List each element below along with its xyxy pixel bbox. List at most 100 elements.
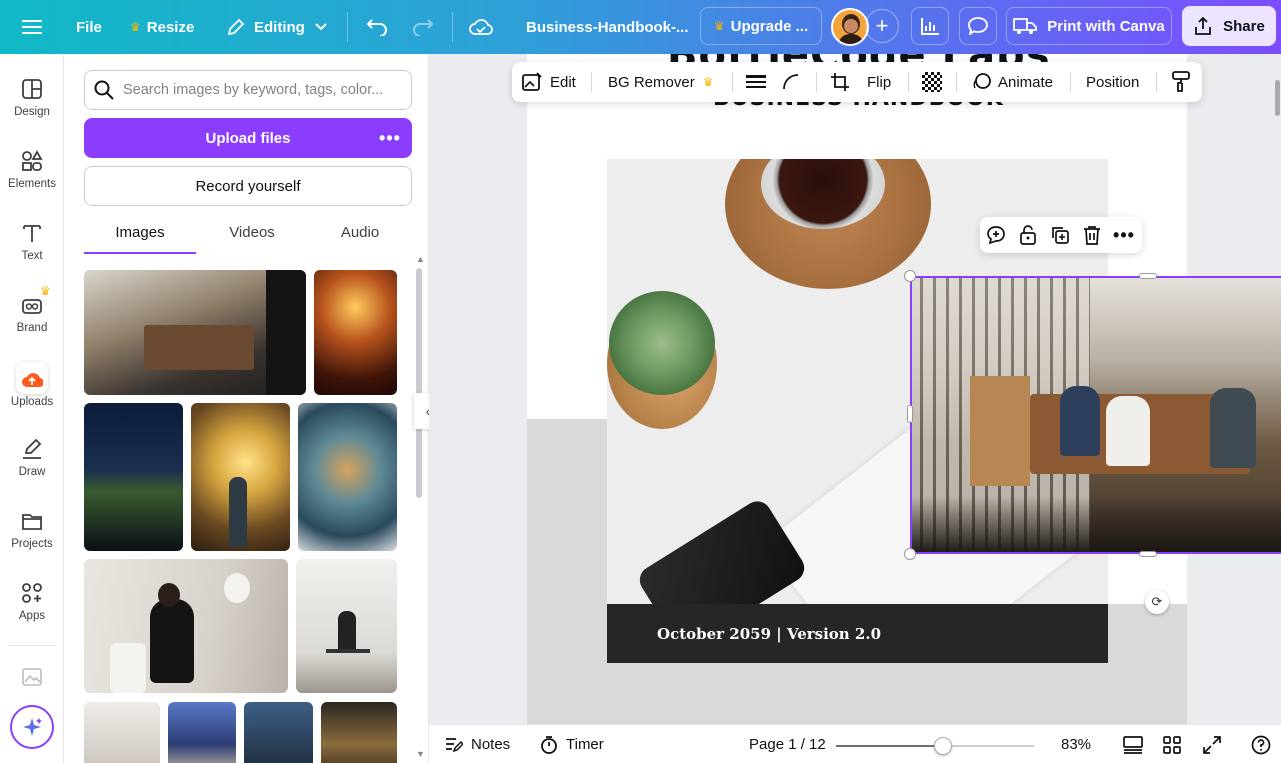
insights-icon[interactable] (911, 7, 949, 45)
canvas-scrollbar[interactable] (1275, 80, 1280, 116)
image-thumbnail[interactable] (84, 702, 160, 763)
edit-image-button[interactable]: Edit (522, 62, 576, 102)
resize-button[interactable]: ♛ Resize (130, 0, 194, 54)
position-button[interactable]: Position (1086, 62, 1139, 102)
image-icon[interactable] (22, 668, 42, 691)
page-indicator[interactable]: Page 1 / 12 (749, 725, 826, 763)
zoom-slider-handle[interactable] (933, 737, 952, 755)
image-thumbnail[interactable] (321, 702, 397, 763)
edit-image-icon (522, 72, 542, 91)
design-page[interactable]: BottleCode Labs BUSINESS HANDBOOK Octobe… (527, 54, 1281, 724)
tab-images[interactable]: Images (84, 214, 196, 254)
upgrade-button[interactable]: ♛ Upgrade ... (700, 7, 822, 45)
rail-item-draw[interactable]: Draw (0, 428, 64, 492)
print-with-canva-button[interactable]: Print with Canva (1006, 7, 1172, 45)
zoom-slider[interactable] (836, 737, 1034, 755)
upgrade-label: Upgrade ... (730, 17, 809, 35)
more-options-icon[interactable]: ••• (1112, 223, 1136, 247)
rail-item-elements[interactable]: Elements (0, 140, 64, 204)
help-icon[interactable] (1251, 725, 1271, 763)
duplicate-icon[interactable] (1048, 223, 1072, 247)
bg-remover-label: BG Remover (608, 73, 695, 91)
rotate-icon[interactable]: ⟳ (1145, 590, 1169, 614)
redo-icon[interactable] (412, 0, 434, 54)
scroll-up-icon[interactable]: ▲ (416, 254, 425, 264)
image-thumbnail[interactable] (314, 270, 397, 395)
image-thumbnail[interactable] (84, 403, 183, 551)
divider (732, 72, 733, 92)
rail-item-text[interactable]: Text (0, 212, 64, 276)
lock-icon[interactable] (1016, 223, 1040, 247)
menu-icon[interactable] (22, 0, 42, 54)
image-thumbnail[interactable] (191, 403, 290, 551)
timer-icon (541, 735, 557, 754)
bottom-bar: Notes Timer Page 1 / 12 83% (429, 724, 1281, 763)
rail-item-design[interactable]: Design (0, 68, 64, 132)
uploads-icon (16, 362, 48, 394)
image-thumbnail[interactable] (84, 559, 288, 693)
upload-files-button[interactable]: Upload files ••• (84, 118, 412, 158)
notes-button[interactable]: Notes (445, 725, 510, 763)
flip-button[interactable]: Flip (867, 62, 891, 102)
resize-handle[interactable] (907, 405, 913, 423)
image-thumbnail[interactable] (244, 702, 313, 763)
document-title[interactable]: Business-Handbook-... (526, 0, 689, 54)
panel-scrollbar[interactable] (416, 268, 422, 498)
rail-label: Draw (18, 466, 46, 478)
comment-add-icon[interactable] (984, 223, 1008, 247)
apps-icon (22, 583, 42, 603)
editing-label: Editing (254, 18, 305, 36)
file-menu[interactable]: File (76, 0, 102, 54)
tab-videos[interactable]: Videos (196, 214, 308, 254)
tab-audio[interactable]: Audio (308, 214, 412, 254)
zoom-level[interactable]: 83% (1061, 725, 1091, 763)
image-thumbnail[interactable] (84, 270, 306, 395)
animate-button[interactable]: Animate (972, 62, 1053, 102)
transparency-icon[interactable] (922, 62, 942, 102)
rail-label: Brand (16, 322, 48, 334)
rail-item-uploads[interactable]: Uploads (0, 356, 64, 420)
undo-icon[interactable] (366, 0, 388, 54)
crown-icon: ♛ (40, 284, 51, 298)
truck-icon (1013, 18, 1038, 34)
left-rail: Design Elements Text ♛ Brand Uploads Dra… (0, 54, 64, 763)
grid-view-icon[interactable] (1163, 725, 1181, 763)
resize-handle[interactable] (904, 270, 916, 282)
divider (1070, 72, 1071, 92)
bg-remover-button[interactable]: BG Remover ♛ (608, 62, 719, 102)
image-thumbnail[interactable] (168, 702, 236, 763)
image-thumbnail[interactable] (298, 403, 397, 551)
cloud-saved-icon[interactable] (469, 0, 493, 54)
editing-dropdown[interactable]: Editing (226, 0, 327, 54)
record-yourself-button[interactable]: Record yourself (84, 166, 412, 206)
avatar[interactable] (831, 8, 869, 46)
design-icon (22, 79, 42, 99)
corner-rounding-icon[interactable] (782, 62, 800, 102)
date-version-banner[interactable]: October 2059 | Version 2.0 (607, 604, 1108, 663)
border-style-icon[interactable] (746, 62, 766, 102)
rail-item-apps[interactable]: Apps (0, 572, 64, 636)
delete-icon[interactable] (1080, 223, 1104, 247)
magic-sparkle-icon[interactable] (10, 705, 54, 749)
selection-frame (910, 276, 1281, 554)
crop-icon[interactable] (830, 62, 850, 102)
add-collaborator-icon[interactable]: + (865, 9, 899, 43)
scroll-down-icon[interactable]: ▼ (416, 749, 425, 759)
resize-handle[interactable] (904, 548, 916, 560)
timer-button[interactable]: Timer (540, 725, 604, 763)
fullscreen-icon[interactable] (1203, 725, 1221, 763)
draw-icon (23, 438, 42, 459)
search-input[interactable]: Search images by keyword, tags, color... (84, 70, 412, 110)
rail-item-projects[interactable]: Projects (0, 500, 64, 564)
comment-icon[interactable] (959, 7, 997, 45)
notes-label: Notes (471, 736, 511, 753)
paint-format-icon[interactable] (1172, 62, 1190, 102)
share-button[interactable]: Share (1182, 6, 1276, 46)
resize-handle[interactable] (1139, 551, 1157, 557)
image-thumbnail[interactable] (296, 559, 397, 693)
page-view-icon[interactable] (1123, 725, 1143, 763)
resize-handle[interactable] (1139, 273, 1157, 279)
animate-label: Animate (998, 73, 1054, 91)
more-options-icon[interactable]: ••• (376, 124, 404, 152)
rail-item-brand[interactable]: ♛ Brand (0, 284, 64, 348)
